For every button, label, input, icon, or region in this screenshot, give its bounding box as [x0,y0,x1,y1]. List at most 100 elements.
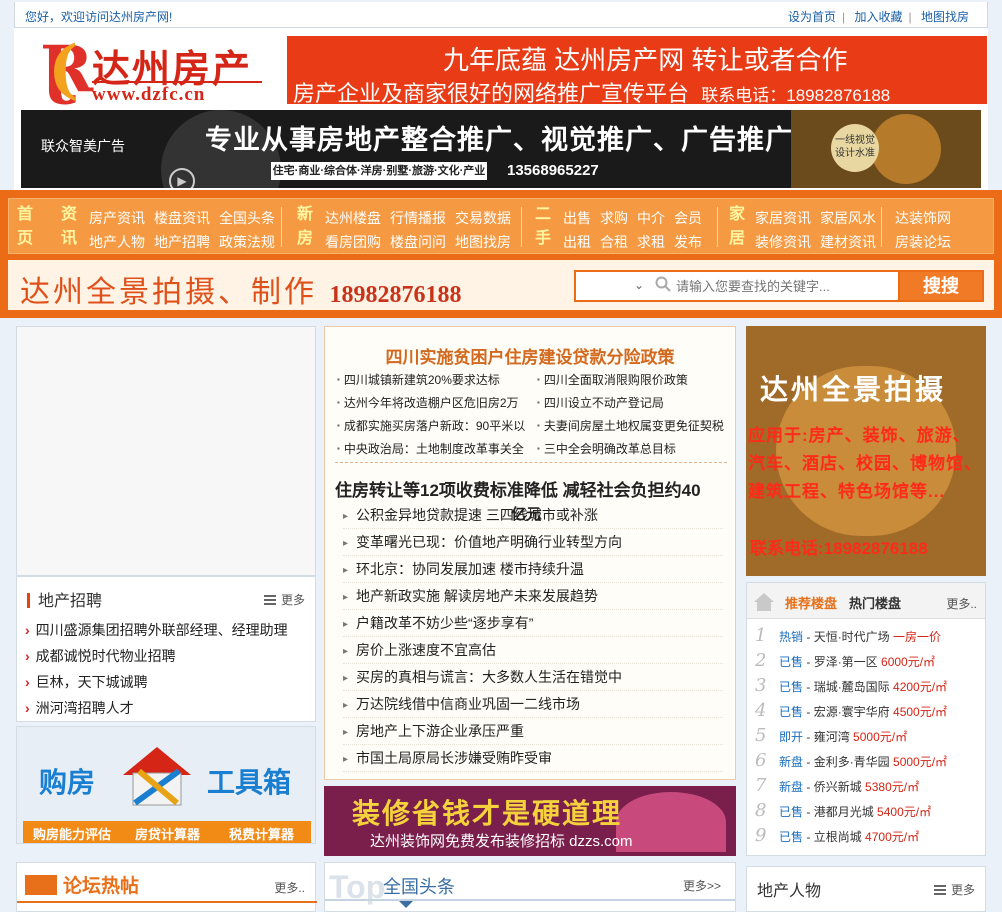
news-item[interactable]: 中央政治局：土地制度改革事关全 [337,440,524,457]
news-item[interactable]: 四川城镇新建筑20%要求达标 [337,371,500,388]
headlines-title[interactable]: 全国头条 [383,873,455,899]
header: Ɽ( 达州房产 www.dzfc.cn 九年底蕴 达州房产网 转让或者合作 房产… [14,28,988,190]
nav-home[interactable]: 首 [15,203,35,227]
nav-item[interactable]: 达装饰网 [895,210,951,226]
pano-ad-title: 达州全景拍摄 [760,374,947,405]
list-item[interactable]: 地产新政实施 解读房地产未来发展趋势 [343,583,723,610]
site-logo[interactable]: Ɽ( 达州房产 www.dzfc.cn [40,36,270,106]
nav-item[interactable]: 求购 [600,210,628,226]
list-item[interactable]: 环北京：协同发展加速 楼市持续升温 [343,556,723,583]
search-button[interactable]: 搜搜 [900,272,982,300]
news-item[interactable]: 三中全会明确改革总目标 [537,440,676,457]
list-item[interactable]: 买房的真相与谎言：大多数人生活在错觉中 [343,664,723,691]
recruit-list: 四川盛源集团招聘外联部经理、经理助理 成都诚悦时代物业招聘 巨林，天下城诚聘 洲… [25,617,288,721]
nav-item[interactable]: 行情播报 [390,210,446,226]
nav-item[interactable]: 交易数据 [455,210,511,226]
nav-item[interactable]: 全国头条 [219,210,275,226]
nav-news[interactable]: 资 [59,203,79,227]
nav-item[interactable]: 中介 [637,210,665,226]
list-item[interactable]: 变革曙光已现：价值地产明确行业转型方向 [343,529,723,556]
nav-item[interactable]: 楼盘问问 [390,234,446,250]
panorama-promo[interactable]: 达州全景拍摄、制作 18982876188 [20,267,462,311]
nav-item[interactable]: 会员 [674,210,702,226]
nav-item[interactable]: 出售 [563,210,591,226]
ranking-row[interactable]: 6 新盘 - 金利多·青华园 5000元/㎡ [755,748,983,773]
search-category-select[interactable]: ⌄ [576,272,648,300]
play-icon[interactable]: ▶ [169,168,195,188]
ranking-row[interactable]: 3 已售 - 瑞城·麓岛国际 4200元/㎡ [755,673,983,698]
people-more-link[interactable]: 更多 [933,881,975,898]
ranking-row[interactable]: 7 新盘 - 侨兴新城 5380元/㎡ [755,773,983,798]
nav-item[interactable]: 楼盘资讯 [154,210,210,226]
recruit-panel: 地产招聘 更多 四川盛源集团招聘外联部经理、经理助理 成都诚悦时代物业招聘 巨林… [16,576,316,722]
ranking-row[interactable]: 8 已售 - 港都月光城 5400元/㎡ [755,798,983,823]
tab-recommended[interactable]: 推荐楼盘 [785,593,837,612]
list-item[interactable]: 公积金异地贷款提速 三四线城市或补涨 [343,502,723,529]
list-item[interactable]: 四川盛源集团招聘外联部经理、经理助理 [25,617,288,643]
lion-image: 一线视觉设计水准 [791,110,981,188]
top-links: 设为首页 | 加入收藏 | 地图找房 [788,10,969,24]
headline-secondary[interactable]: 住房转让等12项收费标准降低 减轻社会负担约40 亿元 [335,479,731,523]
ranking-more-link[interactable]: 更多.. [946,595,977,612]
property-ranking-panel: 推荐楼盘 热门楼盘 更多.. 1 热销 - 天恒·时代广场 一房一价 2 已售 - … [746,582,986,856]
map-search-link[interactable]: 地图找房 [921,10,969,24]
slideshow-image[interactable] [16,326,316,576]
red-ad-banner[interactable]: 九年底蕴 达州房产网 转让或者合作 房产企业及商家很好的网络推广宣传平台 联系电… [287,36,987,106]
headlines-more-link[interactable]: 更多>> [683,877,721,894]
ranking-row[interactable]: 9 已售 - 立根尚城 4700元/㎡ [755,823,983,848]
decoration-ad-banner[interactable]: 装修省钱才是硬道理 达州装饰网免费发布装修招标 dzzs.com [324,786,736,856]
headline-primary[interactable]: 四川实施贫困户住房建设贷款分险政策 [325,343,735,368]
banner-strip: 住宅·商业·综合体·洋房·别墅·旅游·文化·产业 [271,162,487,180]
ranking-row[interactable]: 4 已售 - 宏源·寰宇华府 4500元/㎡ [755,698,983,723]
toolbox-title-left: 购房 [39,767,96,798]
banner-badge: 一线视觉设计水准 [831,124,879,172]
news-item[interactable]: 夫妻间房屋土地权属变更免征契税 [537,417,724,434]
set-homepage-link[interactable]: 设为首页 [788,10,836,24]
news-item[interactable]: 四川设立不动产登记局 [537,394,664,411]
nav-item[interactable]: 地产人物 [89,234,145,250]
nav-item[interactable]: 地产招聘 [154,234,210,250]
list-item[interactable]: 户籍改革不妨少些“逐步享有” [343,610,723,637]
affordability-tool[interactable]: 购房能力评估 [33,824,111,843]
nav-item[interactable]: 求租 [637,234,665,250]
tab-popular[interactable]: 热门楼盘 [849,593,901,612]
news-item[interactable]: 达州今年将改造棚户区危旧房2万 [337,394,519,411]
recruit-title: 地产招聘 [38,593,103,610]
list-item[interactable]: 市国土局原局长涉嫌受贿昨受审 [343,745,723,772]
nav-item[interactable]: 达州楼盘 [325,210,381,226]
headlines-panel: Top 全国头条 更多>> [324,862,736,912]
list-item[interactable]: 洲河湾招聘人才 [25,695,288,721]
pano-ad-body: 应用于:房产、装饰、旅游、汽车、酒店、校园、博物馆、建筑工程、特色场馆等... [748,426,982,501]
logo-mark: Ɽ( [40,32,94,107]
panorama-ad[interactable]: 达州全景拍摄 应用于:房产、装饰、旅游、汽车、酒店、校园、博物馆、建筑工程、特色… [746,326,986,576]
dark-ad-banner[interactable]: 联众智美广告 ▶ 专业从事房地产整合推广、视觉推广、广告推广机构 住宅·商业·综… [21,110,981,188]
ranking-row[interactable]: 5 即开 - 雍河湾 5000元/㎡ [755,723,983,748]
top-bar: 您好，欢迎访问达州房产网! 设为首页 | 加入收藏 | 地图找房 [14,2,988,28]
list-item[interactable]: 万达院线借中信商业巩固一二线市场 [343,691,723,718]
nav-item[interactable]: 出租 [563,234,591,250]
nav-item[interactable]: 房产资讯 [89,210,145,226]
nav-item[interactable]: 家居资讯 [755,210,811,226]
ranking-row[interactable]: 1 热销 - 天恒·时代广场 一房一价 [755,623,983,648]
nav-item[interactable]: 看房团购 [325,234,381,250]
nav-item[interactable]: 发布 [674,234,702,250]
recruit-more-link[interactable]: 更多 [263,591,305,608]
nav-item[interactable]: 合租 [600,234,628,250]
forum-more-link[interactable]: 更多.. [274,879,305,896]
list-item[interactable]: 房价上涨速度不宜高估 [343,637,723,664]
nav-item[interactable]: 地图找房 [455,234,511,250]
news-item[interactable]: 成都实施买房落户新政：90平米以 [337,417,525,434]
tax-calculator[interactable]: 税费计算器 [229,824,294,843]
nav-item[interactable]: 政策法规 [219,234,275,250]
search-input[interactable] [648,272,898,300]
list-item[interactable]: 巨林，天下城诚聘 [25,669,288,695]
add-favorite-link[interactable]: 加入收藏 [855,10,903,24]
nav-item[interactable]: 装修资讯 [755,234,811,250]
news-item[interactable]: 四川全面取消限购限价政策 [537,371,688,388]
list-item[interactable]: 房地产上下游企业承压严重 [343,718,723,745]
loan-calculator[interactable]: 房贷计算器 [135,824,200,843]
nav-item[interactable]: 房装论坛 [895,234,951,250]
ranking-row[interactable]: 2 已售 - 罗泽·第一区 6000元/㎡ [755,648,983,673]
list-item[interactable]: 成都诚悦时代物业招聘 [25,643,288,669]
forum-title: 论坛热帖 [63,876,140,897]
